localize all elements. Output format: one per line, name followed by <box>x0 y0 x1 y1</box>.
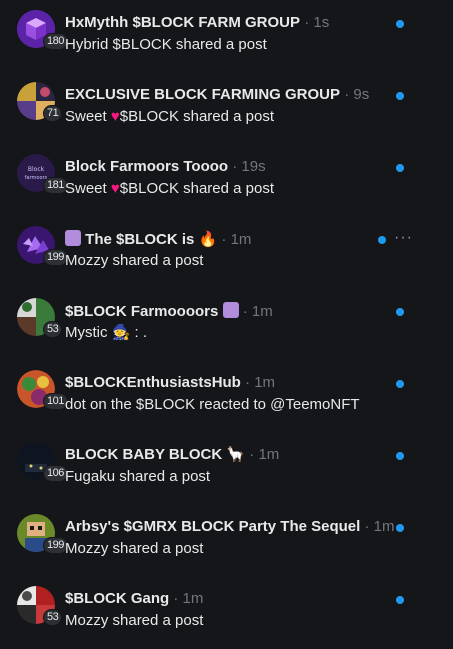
conversation-name: HxMythh $BLOCK FARM GROUP <box>65 14 301 31</box>
conversation-name: EXCLUSIVE BLOCK FARMING GROUP <box>65 86 341 103</box>
conversation-name: $BLOCKEnthusiastsHub <box>65 374 241 391</box>
heart-icon: ♥ <box>110 180 120 197</box>
unread-dot <box>396 308 404 316</box>
heart-icon: ♥ <box>110 108 120 125</box>
conversation-title-line: HxMythh $BLOCK FARM GROUP · 1s <box>65 14 330 31</box>
timestamp: 1m <box>254 374 276 391</box>
fire-icon: 🔥 <box>198 231 218 248</box>
message-preview: Mystic 🧙 : . <box>65 324 148 341</box>
member-count-badge: 71 <box>43 105 63 122</box>
timestamp: 1m <box>182 590 204 607</box>
conversation-title-line: Block Farmoors Toooo · 19s <box>65 158 266 175</box>
conversation-title-line: $BLOCK Gang · 1m <box>65 590 204 607</box>
conversation-item[interactable]: 180 HxMythh $BLOCK FARM GROUP · 1s Hybri… <box>0 0 453 72</box>
timestamp: 1m <box>230 231 252 248</box>
unread-dot <box>396 380 404 388</box>
more-options-icon[interactable]: ··· <box>394 230 413 246</box>
conversation-item[interactable]: 106 BLOCK BABY BLOCK 🦙 · 1m Fugaku share… <box>0 432 453 504</box>
member-count-badge: 53 <box>43 321 63 338</box>
conversation-name: Arbsy's $GMRX BLOCK Party The Sequel <box>65 518 361 535</box>
message-preview: Fugaku shared a post <box>65 468 211 485</box>
conversation-item[interactable]: 199 Arbsy's $GMRX BLOCK Party The Sequel… <box>0 504 453 576</box>
conversation-item[interactable]: 199 The $BLOCK is 🔥 · 1m Mozzy shared a … <box>0 216 453 288</box>
conversation-item[interactable]: 53 $BLOCK Farmoooors · 1m Mystic 🧙 : . <box>0 288 453 360</box>
unread-dot <box>378 236 386 244</box>
unread-dot <box>396 92 404 100</box>
conversation-title-line: $BLOCKEnthusiastsHub · 1m <box>65 374 276 391</box>
timestamp: 1m <box>373 518 395 535</box>
conversation-item[interactable]: Block farmoors 181 Block Farmoors Toooo … <box>0 144 453 216</box>
timestamp: 1m <box>251 303 273 320</box>
unread-dot <box>396 20 404 28</box>
message-preview: Hybrid $BLOCK shared a post <box>65 36 267 53</box>
conversation-title-line: BLOCK BABY BLOCK 🦙 · 1m <box>65 446 280 463</box>
conversation-title-line: Arbsy's $GMRX BLOCK Party The Sequel · 1… <box>65 518 395 535</box>
conversation-name: Block Farmoors Toooo <box>65 158 229 175</box>
timestamp: 1s <box>313 14 330 31</box>
svg-text:Block: Block <box>28 166 45 173</box>
conversation-title-line: The $BLOCK is 🔥 · 1m <box>65 230 403 249</box>
conversation-title-line: $BLOCK Farmoooors · 1m <box>65 302 273 320</box>
conversation-name: $BLOCK Gang <box>65 590 170 607</box>
message-preview: Sweet ♥$BLOCK shared a post <box>65 108 275 125</box>
message-preview: dot on the $BLOCK reacted to @TeemoNFT <box>65 396 360 413</box>
message-preview: Sweet ♥$BLOCK shared a post <box>65 180 275 197</box>
timestamp: 19s <box>241 158 266 175</box>
message-preview: Mozzy shared a post <box>65 612 204 629</box>
unread-dot <box>396 596 404 604</box>
timestamp: 9s <box>353 86 370 103</box>
conversation-name: BLOCK BABY BLOCK <box>65 446 223 463</box>
timestamp: 1m <box>258 446 280 463</box>
purple-square-icon <box>65 230 81 246</box>
conversation-list: 180 HxMythh $BLOCK FARM GROUP · 1s Hybri… <box>0 0 453 649</box>
unread-dot <box>396 164 404 172</box>
conversation-name: The $BLOCK is <box>85 231 195 248</box>
unread-dot <box>396 452 404 460</box>
conversation-item[interactable]: 101 $BLOCKEnthusiastsHub · 1m dot on the… <box>0 360 453 432</box>
llama-icon: 🦙 <box>226 446 246 463</box>
unread-dot <box>396 524 404 532</box>
purple-square-icon <box>222 302 239 318</box>
message-preview: Mozzy shared a post <box>65 540 204 557</box>
conversation-title-line: EXCLUSIVE BLOCK FARMING GROUP · 9s <box>65 86 370 103</box>
conversation-item[interactable]: 53 $BLOCK Gang · 1m Mozzy shared a post <box>0 576 453 648</box>
member-count-badge: 53 <box>43 609 63 626</box>
conversation-name: $BLOCK Farmoooors <box>65 303 219 320</box>
conversation-item[interactable]: 71 EXCLUSIVE BLOCK FARMING GROUP · 9s Sw… <box>0 72 453 144</box>
message-preview: Mozzy shared a post <box>65 252 204 269</box>
